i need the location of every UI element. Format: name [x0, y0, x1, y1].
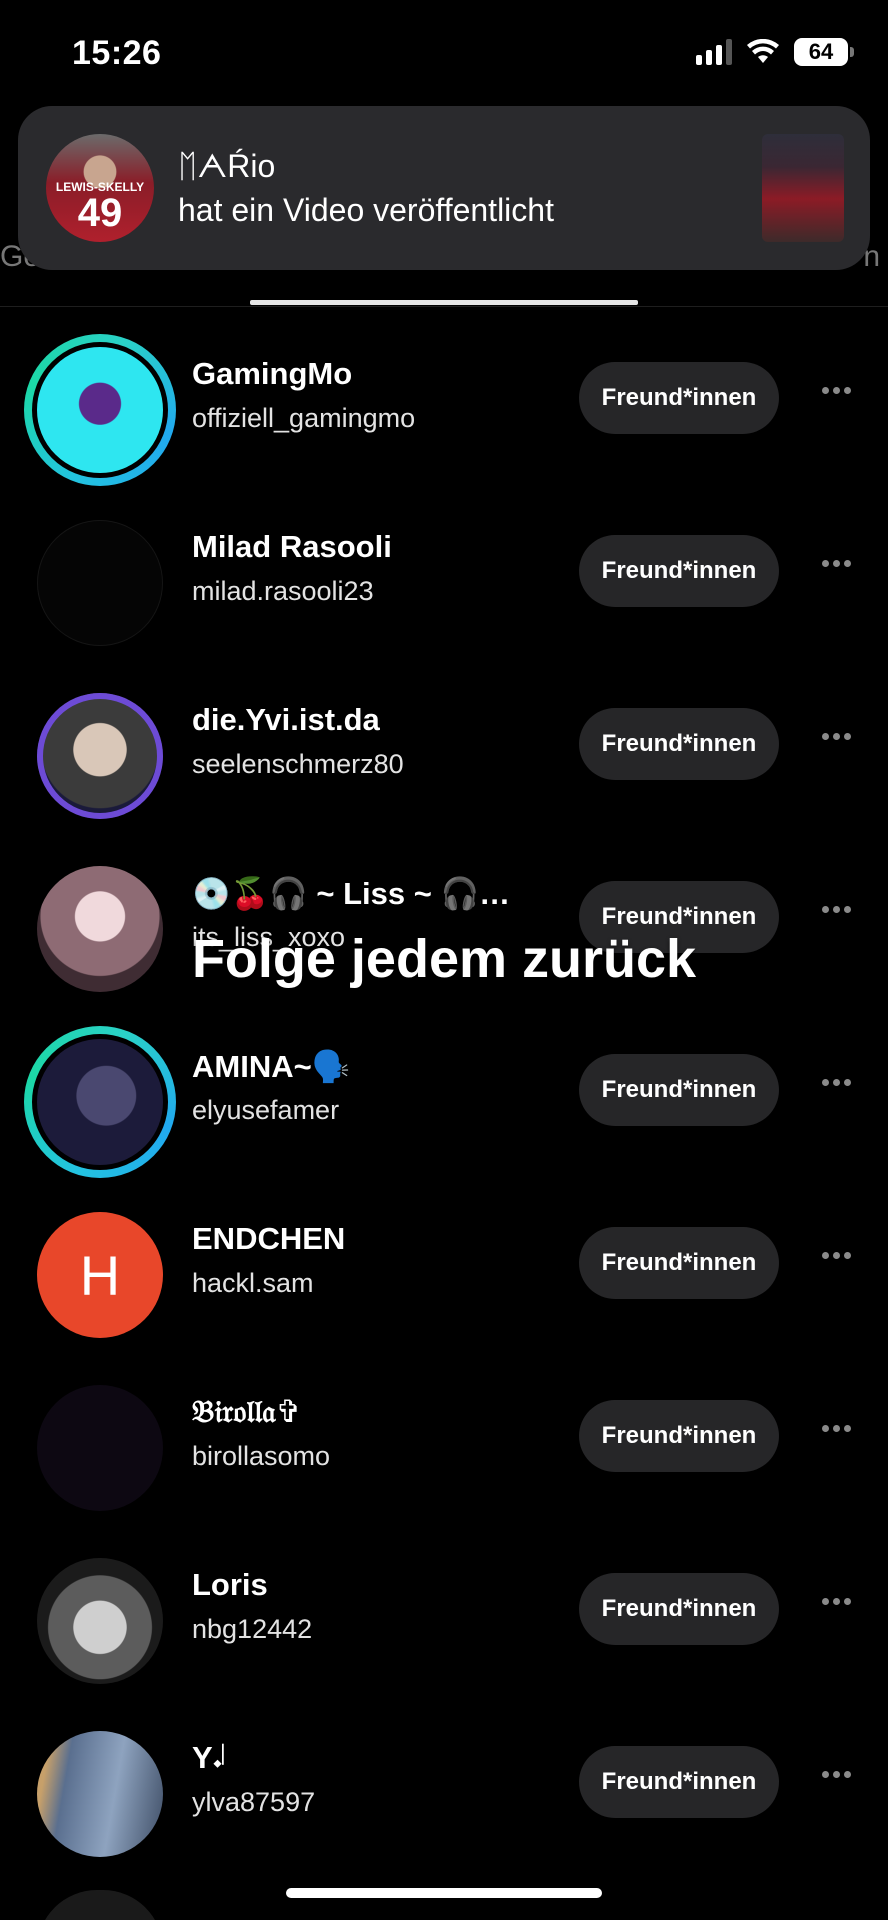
- list-item[interactable]: Y𝆺𝅥 ylva87597 Freund*innen: [0, 1694, 888, 1867]
- user-handle: nbg12442: [192, 1614, 313, 1644]
- wifi-icon: [747, 39, 779, 63]
- user-name: ENDCHEN: [192, 1221, 346, 1256]
- more-options-icon[interactable]: [816, 1754, 856, 1794]
- status-icons: 64: [696, 38, 854, 66]
- friends-button[interactable]: Freund*innen: [579, 1400, 779, 1472]
- notification-video-thumbnail: [762, 134, 844, 242]
- tab-divider: [0, 306, 888, 307]
- more-options-icon[interactable]: [816, 1235, 856, 1275]
- cellular-signal-icon: [696, 39, 732, 65]
- more-options-icon[interactable]: [816, 889, 856, 929]
- notification-body: hat ein Video veröffentlicht: [178, 192, 554, 228]
- avatar-letter: H: [79, 1243, 121, 1307]
- list-item[interactable]: H ENDCHEN hackl.sam Freund*innen: [0, 1175, 888, 1348]
- avatar[interactable]: [37, 1558, 163, 1684]
- list-item[interactable]: AMINA~🗣️ elyusefamer Freund*innen: [0, 1002, 888, 1178]
- user-name: 💿🍒🎧 ~ Liss ~ 🎧…: [192, 876, 511, 911]
- avatar[interactable]: [24, 334, 176, 486]
- friends-button[interactable]: Freund*innen: [579, 1746, 779, 1818]
- user-name: Loris: [192, 1567, 268, 1602]
- user-handle: hackl.sam: [192, 1268, 314, 1298]
- user-handle: elyusefamer: [192, 1095, 340, 1125]
- friends-button[interactable]: Freund*innen: [579, 708, 779, 780]
- overlay-caption: Folge jedem zurück: [191, 929, 697, 989]
- avatar[interactable]: [37, 1731, 163, 1857]
- friends-button[interactable]: Freund*innen: [579, 1573, 779, 1645]
- avatar[interactable]: [37, 520, 163, 646]
- user-handle: offiziell_gamingmo: [192, 403, 416, 433]
- friends-button[interactable]: Freund*innen: [579, 362, 779, 434]
- more-options-icon[interactable]: [816, 1581, 856, 1621]
- user-name: Y𝆺𝅥: [192, 1740, 225, 1775]
- more-options-icon[interactable]: [816, 543, 856, 583]
- list-item[interactable]: Loris nbg12442 Freund*innen: [0, 1521, 888, 1694]
- avatar[interactable]: [37, 1385, 163, 1511]
- notification-banner[interactable]: LEWIS-SKELLY 49 ᛖᗅŔio hat ein Video verö…: [18, 106, 870, 270]
- battery-icon: 64: [794, 38, 854, 66]
- user-name: GamingMo: [192, 356, 353, 391]
- list-item[interactable]: GamingMo offiziell_gamingmo Freund*innen: [0, 310, 888, 486]
- jersey-number: 49: [77, 191, 123, 235]
- more-options-icon[interactable]: [816, 1062, 856, 1102]
- avatar[interactable]: H: [37, 1212, 163, 1338]
- user-handle: birollasomo: [192, 1441, 331, 1471]
- user-name: die.Yvi.ist.da: [192, 702, 380, 737]
- avatar[interactable]: [37, 1890, 163, 1920]
- home-indicator[interactable]: [286, 1888, 602, 1898]
- user-name: 𝔅𝔦𝔯𝔬𝔩𝔩𝔞✞: [192, 1394, 302, 1429]
- user-name: AMINA~🗣️: [192, 1049, 351, 1084]
- friends-button[interactable]: Freund*innen: [579, 1054, 779, 1126]
- avatar[interactable]: [37, 693, 163, 819]
- more-options-icon[interactable]: [816, 1408, 856, 1448]
- notification-title: ᛖᗅŔio: [178, 148, 276, 184]
- user-handle: seelenschmerz80: [192, 749, 404, 779]
- more-options-icon[interactable]: [816, 716, 856, 756]
- notification-avatar: LEWIS-SKELLY 49: [46, 134, 154, 242]
- list-item[interactable]: die.Yvi.ist.da seelenschmerz80 Freund*in…: [0, 656, 888, 829]
- list-item[interactable]: Milad Rasooli milad.rasooli23 Freund*inn…: [0, 483, 888, 656]
- more-options-icon[interactable]: [816, 370, 856, 410]
- avatar[interactable]: [24, 1026, 176, 1178]
- friends-button[interactable]: Freund*innen: [579, 1227, 779, 1299]
- tab-active-indicator: [250, 300, 638, 305]
- status-time: 15:26: [72, 34, 162, 72]
- user-name: Milad Rasooli: [192, 529, 392, 564]
- user-handle: milad.rasooli23: [192, 576, 374, 606]
- user-handle: ylva87597: [192, 1787, 316, 1817]
- status-bar: 15:26 64: [0, 0, 888, 110]
- friends-button[interactable]: Freund*innen: [579, 535, 779, 607]
- list-item[interactable]: 𝔅𝔦𝔯𝔬𝔩𝔩𝔞✞ birollasomo Freund*innen: [0, 1348, 888, 1521]
